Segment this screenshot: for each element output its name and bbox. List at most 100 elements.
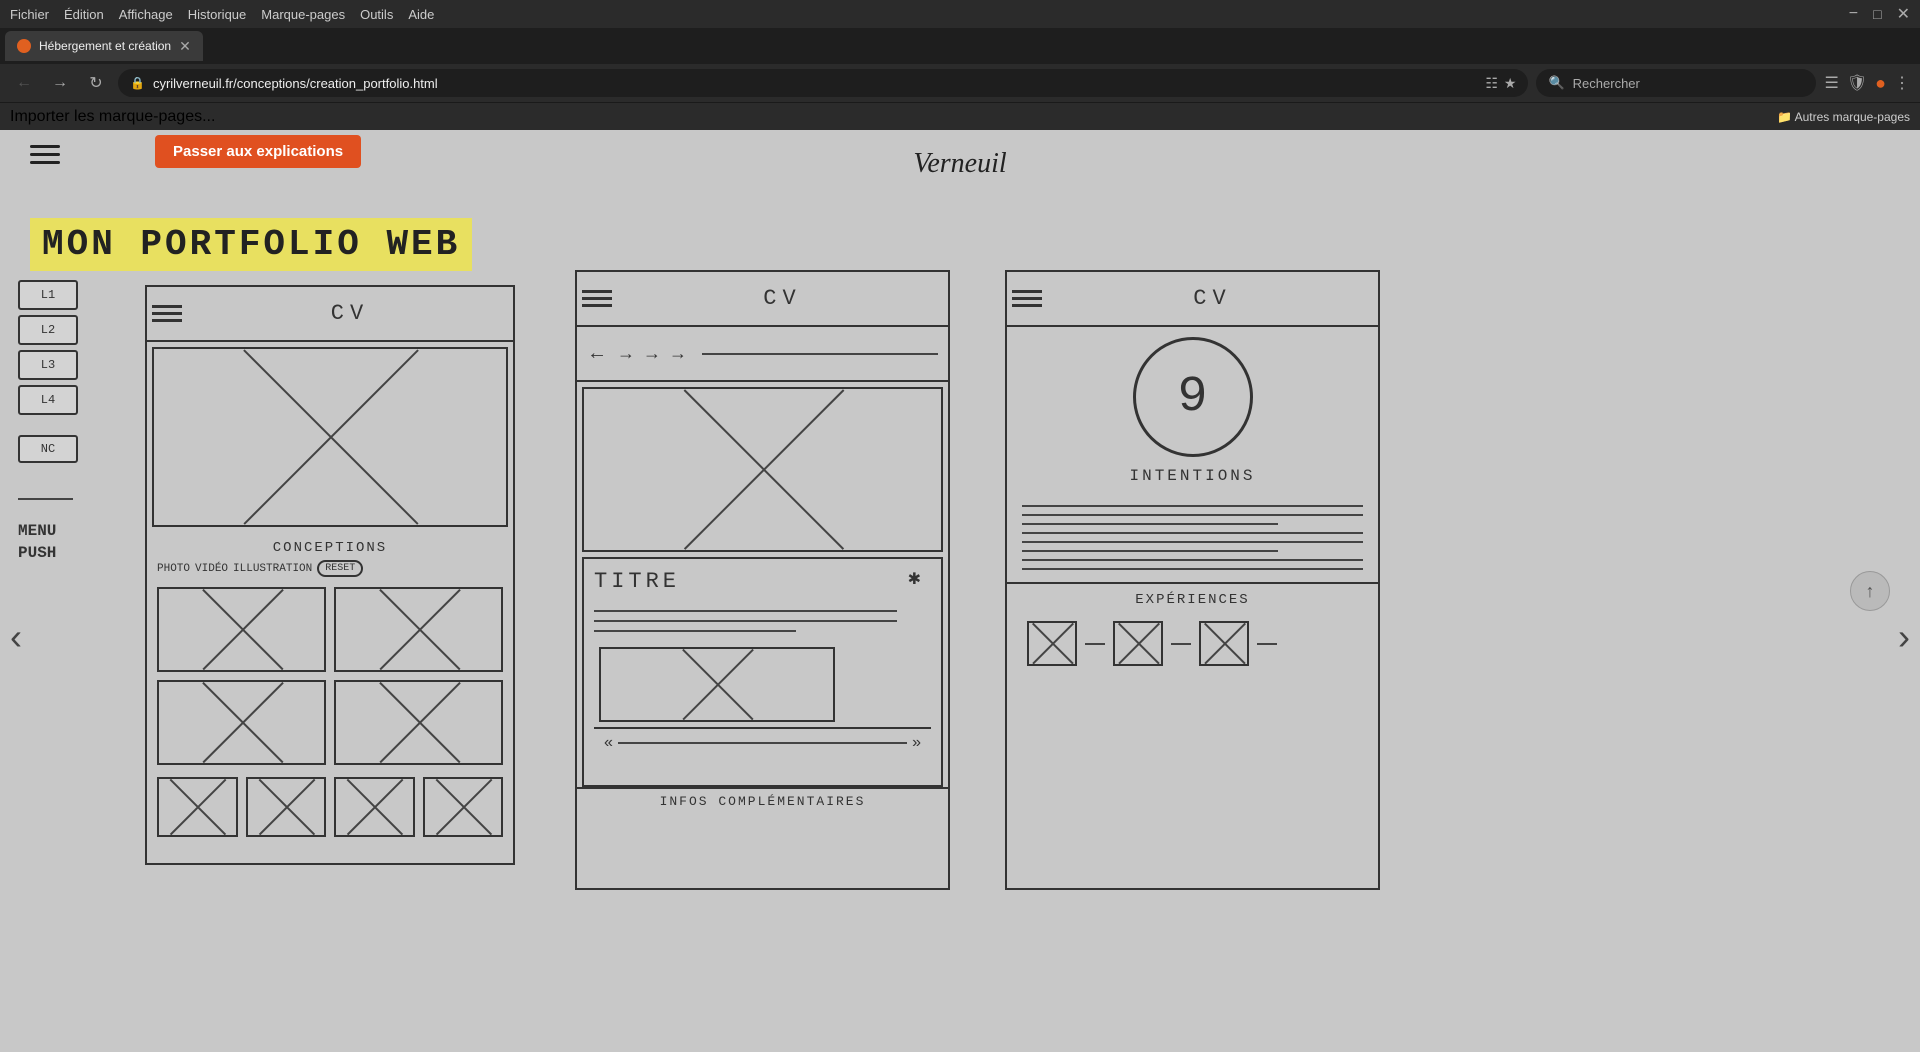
browser-chrome: Fichier Édition Affichage Historique Mar… <box>0 0 1920 130</box>
sketch3-line-6 <box>1022 550 1278 552</box>
filter-illustration[interactable]: ILLUSTRATION <box>233 563 312 575</box>
sketch3-hamburger <box>1012 290 1042 307</box>
menu-affichage[interactable]: Affichage <box>119 7 173 22</box>
sketch3-line-7 <box>1022 559 1363 561</box>
sketch2-arrows: → → → <box>617 343 687 364</box>
bookmark-star-icon[interactable]: ★ <box>1504 75 1517 92</box>
sidebar-item-l2[interactable]: L2 <box>18 315 78 345</box>
search-placeholder: Rechercher <box>1573 76 1640 91</box>
sketch3-experiences: EXPÉRIENCES <box>1007 582 1378 679</box>
hamburger-line-2 <box>30 153 60 156</box>
filter-video[interactable]: VIDÉO <box>195 563 228 575</box>
search-bar[interactable]: 🔍 Rechercher <box>1536 69 1816 97</box>
sketch1-small-item-4 <box>423 777 504 837</box>
sketch1-main-image <box>152 347 508 527</box>
sketch2-bottom-image <box>599 647 835 722</box>
window-close[interactable]: ✕ <box>1897 4 1910 24</box>
sketch3-exp-icon-3 <box>1199 621 1249 666</box>
reload-button[interactable]: ↻ <box>82 69 110 97</box>
sidebar-items: L1 L2 L3 L4 NC <box>18 280 78 463</box>
sketch3-text-lines <box>1007 493 1378 582</box>
bookmark-other[interactable]: 📁 Autres marque-pages <box>1777 110 1910 124</box>
reader-icon[interactable]: ☷ <box>1485 75 1498 92</box>
sketch1-grid <box>147 581 513 771</box>
menu-aide[interactable]: Aide <box>408 7 434 22</box>
sketch3-line-1 <box>1022 505 1363 507</box>
sketch2-footer-label: INFOS COMPLÉMENTAIRES <box>577 787 948 814</box>
sketch1-filters: CONCEPTIONS PHOTO VIDÉO ILLUSTRATION RES… <box>147 532 513 581</box>
sketch1-small-item-2 <box>246 777 327 837</box>
menu-historique[interactable]: Historique <box>188 7 247 22</box>
sketch2-nav-bottom: « » <box>594 727 931 757</box>
sketch2-nav-prev[interactable]: « <box>604 734 613 752</box>
sketch2-header: CV <box>577 272 948 327</box>
sketch-1: CV CONCEPTIONS PHOTO VIDÉO ILLUSTRATION … <box>145 285 515 865</box>
sketch1-filters-title: CONCEPTIONS <box>157 540 503 556</box>
nav-arrow-left[interactable]: ‹ <box>10 616 22 658</box>
sketch-3: CV 9 INTENTIONS EXPÉRIENCES <box>1005 270 1380 890</box>
sketch2-text-line-3 <box>594 630 796 632</box>
menu-edition[interactable]: Édition <box>64 7 104 22</box>
sidebar-item-nc[interactable]: NC <box>18 435 78 463</box>
hamburger-menu[interactable] <box>30 145 60 164</box>
bookmark-import[interactable]: Importer les marque-pages... <box>10 108 215 126</box>
address-bar[interactable]: 🔒 cyrilverneuil.fr/conceptions/creation_… <box>118 69 1528 97</box>
back-button[interactable]: ← <box>10 69 38 97</box>
tab-close-button[interactable]: ✕ <box>179 38 191 55</box>
sketch3-dash-2 <box>1171 643 1191 645</box>
sketch-2: CV ← → → → TITRE ✱ <box>575 270 950 890</box>
filter-photo[interactable]: PHOTO <box>157 563 190 575</box>
account-icon[interactable]: ● <box>1875 73 1886 94</box>
sketch3-line-5 <box>1022 541 1363 543</box>
sketch2-main-image <box>582 387 943 552</box>
tab-favicon <box>17 39 31 53</box>
sketch3-exp-icon-1 <box>1027 621 1077 666</box>
shield-icon[interactable]: 🛡 <box>1847 73 1867 93</box>
hamburger-line-3 <box>30 161 60 164</box>
sketch2-content-area: TITRE ✱ « » <box>582 557 943 787</box>
menu-marque-pages[interactable]: Marque-pages <box>261 7 345 22</box>
sketch2-asterisk: ✱ <box>908 569 921 589</box>
sketch2-nav-line <box>702 353 938 355</box>
sidebar-item-l1[interactable]: L1 <box>18 280 78 310</box>
sidebar-item-l3[interactable]: L3 <box>18 350 78 380</box>
sketch1-filters-row: PHOTO VIDÉO ILLUSTRATION RESET <box>157 560 503 577</box>
sketch2-hamburger <box>582 290 612 307</box>
page-content: Passer aux explications Verneuil MON POR… <box>0 130 1920 1052</box>
menu-bar: Fichier Édition Affichage Historique Mar… <box>0 0 1920 28</box>
sketch1-small-item-1 <box>157 777 238 837</box>
sketch3-cv-title: CV <box>1052 286 1373 311</box>
sketch2-nav-area: ← → → → <box>577 327 948 382</box>
window-minimize[interactable]: − <box>1849 5 1858 23</box>
extensions-icon[interactable]: ☰ <box>1824 73 1838 93</box>
sketch2-arrow-left[interactable]: ← <box>587 342 607 365</box>
sketch3-intentions-label: INTENTIONS <box>1007 467 1378 485</box>
sketch2-nav-next[interactable]: » <box>912 734 921 752</box>
hamburger-line-1 <box>30 145 60 148</box>
overflow-icon[interactable]: ⋮ <box>1894 73 1910 93</box>
tab-title: Hébergement et création <box>39 39 171 53</box>
address-icons: ☷ ★ <box>1485 75 1516 92</box>
browser-tab[interactable]: Hébergement et création ✕ <box>5 31 203 61</box>
sketch3-exp-title: EXPÉRIENCES <box>1017 592 1368 608</box>
sidebar-item-l4[interactable]: L4 <box>18 385 78 415</box>
scroll-up-button[interactable]: ↑ <box>1850 571 1890 611</box>
nav-arrow-right[interactable]: › <box>1898 616 1910 658</box>
nav-right-icons: ☰ 🛡 ● ⋮ <box>1824 73 1910 94</box>
menu-outils[interactable]: Outils <box>360 7 393 22</box>
sidebar-menu-label: MENU PUSH <box>18 520 56 565</box>
sketch1-grid-item-1 <box>157 587 326 672</box>
menu-fichier[interactable]: Fichier <box>10 7 49 22</box>
reset-button[interactable]: RESET <box>317 560 363 577</box>
explications-button[interactable]: Passer aux explications <box>155 135 361 168</box>
forward-button[interactable]: → <box>46 69 74 97</box>
search-icon: 🔍 <box>1548 75 1564 91</box>
sketch3-line-3 <box>1022 523 1278 525</box>
window-resize[interactable]: □ <box>1873 6 1881 22</box>
sketch3-line-4 <box>1022 532 1363 534</box>
sketch1-header: CV <box>147 287 513 342</box>
sketch3-line-2 <box>1022 514 1363 516</box>
sketch3-dash-3 <box>1257 643 1277 645</box>
sketch2-cv-title: CV <box>622 286 943 311</box>
tab-bar: Hébergement et création ✕ <box>0 28 1920 64</box>
